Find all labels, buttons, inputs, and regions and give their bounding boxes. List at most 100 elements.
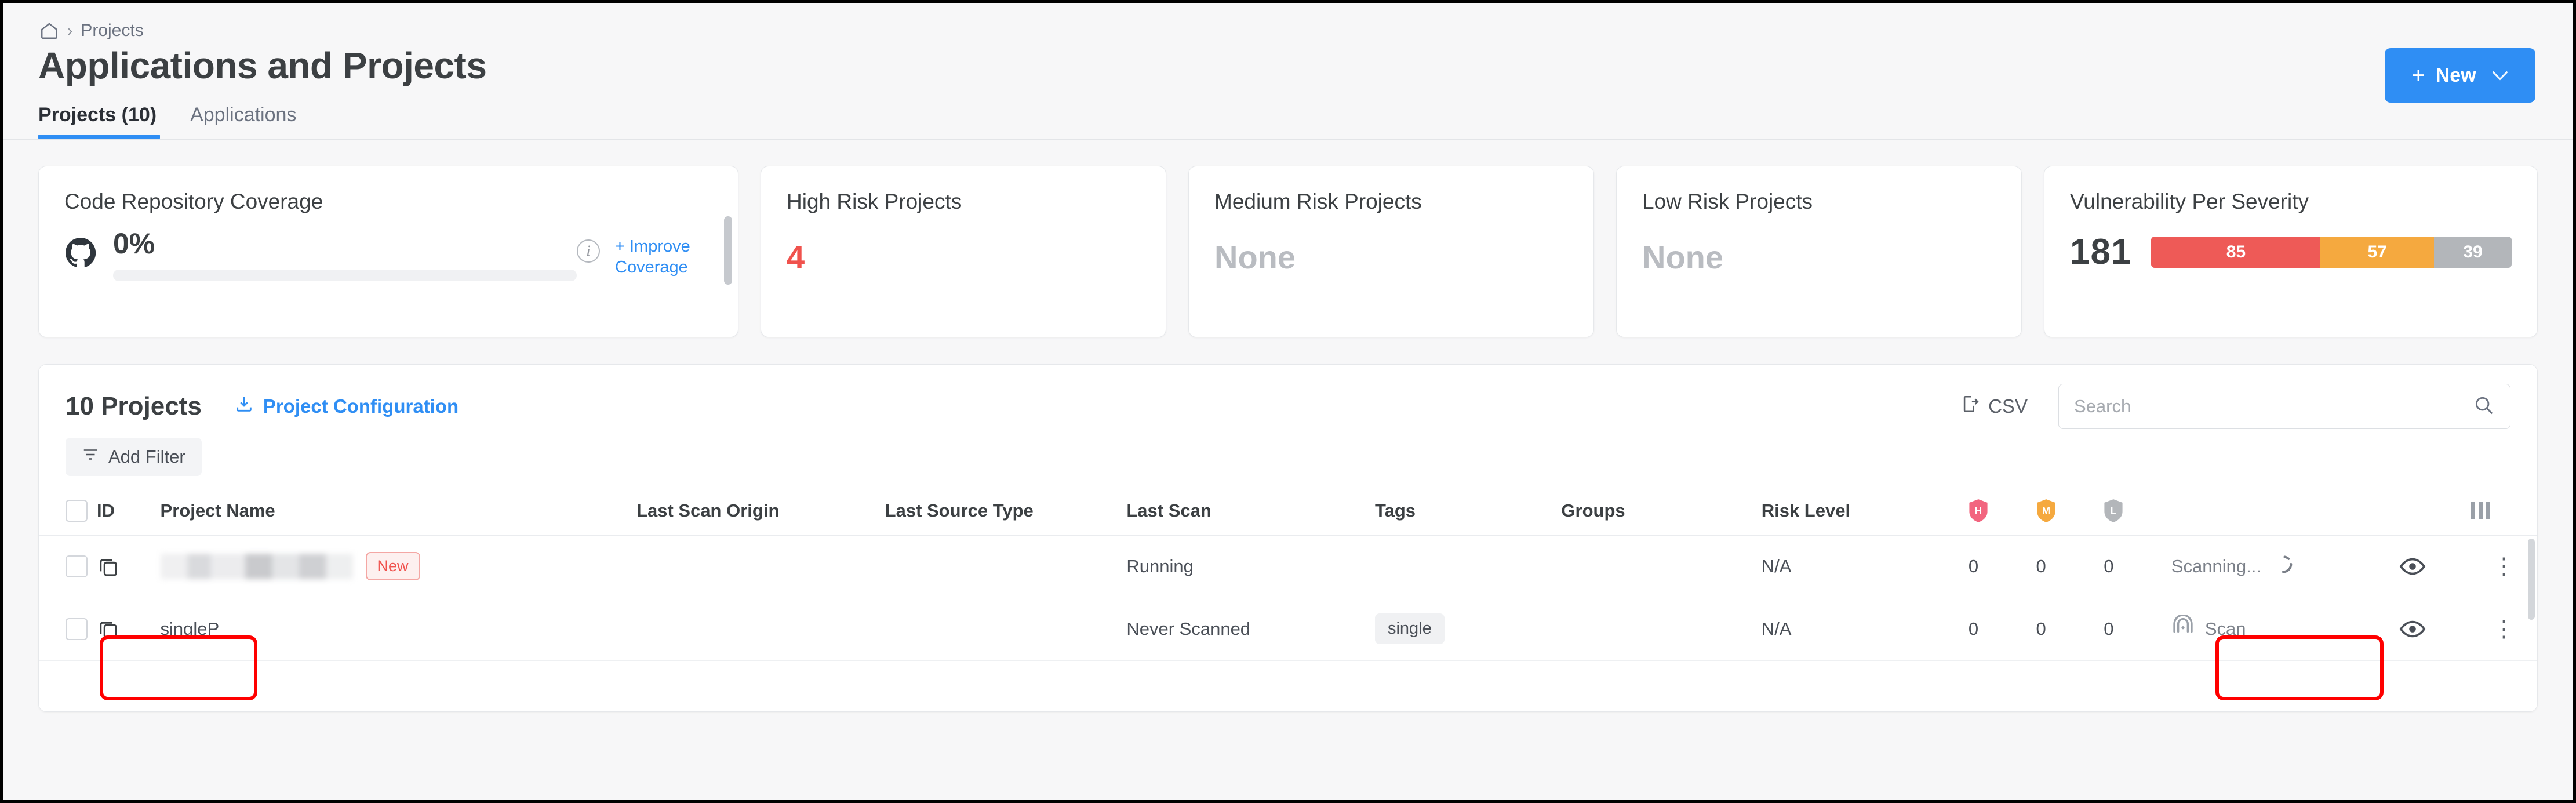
- status-badge: New: [365, 552, 420, 580]
- row-low-severity-cell: 0: [2104, 597, 2171, 661]
- row-visibility-cell[interactable]: [2399, 597, 2471, 661]
- row-last-source-type-cell: [885, 535, 1127, 597]
- severity-total: 181: [2070, 232, 2132, 272]
- column-header-columns[interactable]: [2471, 489, 2537, 536]
- search-input[interactable]: [2074, 396, 2473, 417]
- row-tags-cell: [1374, 535, 1562, 597]
- project-name-redacted: [160, 553, 353, 579]
- projects-panel: 10 Projects Project Configuration CSV Se…: [38, 364, 2538, 712]
- table-header-row: ID Project Name Last Scan Origin Last So…: [39, 489, 2537, 536]
- kpi-card-row: Code Repository Coverage 0% i + Improve …: [3, 140, 2573, 337]
- search-box[interactable]: [2058, 384, 2510, 429]
- card-title: Code Repository Coverage: [64, 190, 323, 213]
- row-last-scan-origin-cell: [636, 535, 885, 597]
- card-title: High Risk Projects: [787, 190, 962, 213]
- column-header-tags[interactable]: Tags: [1374, 489, 1562, 536]
- row-medium-severity-cell: 0: [2036, 597, 2104, 661]
- new-button[interactable]: + New: [2385, 48, 2535, 103]
- column-header-actions: [2171, 489, 2399, 536]
- row-groups-cell: [1561, 597, 1762, 661]
- medium-severity-shield-icon: M: [2036, 499, 2055, 522]
- eye-icon[interactable]: [2399, 553, 2471, 580]
- column-header-risk-level[interactable]: Risk Level: [1761, 489, 1969, 536]
- table-row[interactable]: singleP Never Scanned single N/A 0 0 0 Scan ⋮: [39, 597, 2537, 661]
- severity-segment-medium[interactable]: 57: [2320, 236, 2435, 268]
- breadcrumb-current[interactable]: Projects: [81, 21, 143, 41]
- row-menu-cell[interactable]: ⋮: [2471, 597, 2537, 661]
- improve-coverage-link[interactable]: + Improve Coverage: [615, 236, 712, 278]
- plus-icon: +: [2411, 63, 2425, 88]
- row-id-cell: [97, 597, 161, 661]
- panel-scrollbar[interactable]: [2528, 539, 2535, 620]
- github-icon: [64, 227, 97, 272]
- severity-segment-high[interactable]: 85: [2151, 236, 2321, 268]
- row-tags-cell: single: [1374, 597, 1562, 661]
- row-checkbox[interactable]: [66, 555, 88, 577]
- card-value: None: [1214, 239, 1296, 275]
- column-header-low-severity[interactable]: L: [2104, 489, 2171, 536]
- column-header-last-source-type[interactable]: Last Source Type: [885, 489, 1127, 536]
- export-csv-button[interactable]: CSV: [1960, 394, 2043, 419]
- row-project-name-cell[interactable]: singleP: [160, 597, 637, 661]
- row-select-cell: [39, 597, 97, 661]
- tab-projects[interactable]: Projects (10): [38, 104, 175, 139]
- column-header-last-scan-origin[interactable]: Last Scan Origin: [636, 489, 885, 536]
- row-high-severity-cell: 0: [1968, 535, 2036, 597]
- tab-applications[interactable]: Applications: [190, 104, 315, 139]
- breadcrumb: › Projects: [3, 3, 2573, 40]
- add-filter-label: Add Filter: [108, 446, 185, 467]
- info-icon[interactable]: i: [577, 239, 600, 263]
- kebab-menu-icon[interactable]: ⋮: [2471, 555, 2537, 578]
- project-configuration-button[interactable]: Project Configuration: [234, 394, 459, 419]
- add-filter-button[interactable]: Add Filter: [66, 438, 202, 476]
- column-header-groups[interactable]: Groups: [1561, 489, 1762, 536]
- app-window: › Projects Applications and Projects + N…: [3, 3, 2573, 800]
- copy-icon[interactable]: [97, 555, 161, 578]
- row-groups-cell: [1561, 535, 1762, 597]
- scan-action-button[interactable]: Scanning...: [2171, 553, 2295, 580]
- home-icon[interactable]: [39, 21, 59, 41]
- row-low-severity-cell: 0: [2104, 535, 2171, 597]
- row-menu-cell[interactable]: ⋮: [2471, 535, 2537, 597]
- svg-text:L: L: [2111, 506, 2116, 517]
- panel-toolbar-right: CSV: [1960, 384, 2510, 429]
- column-header-last-scan[interactable]: Last Scan: [1126, 489, 1375, 536]
- scan-action-button[interactable]: Scan: [2171, 613, 2246, 643]
- row-last-scan-origin-cell: [636, 597, 885, 661]
- select-all-checkbox[interactable]: [66, 500, 88, 522]
- row-checkbox[interactable]: [66, 617, 88, 640]
- card-code-repository-coverage: Code Repository Coverage 0% i + Improve …: [38, 166, 738, 337]
- action-label: Scan: [2204, 618, 2246, 639]
- row-visibility-cell[interactable]: [2399, 535, 2471, 597]
- low-severity-shield-icon: L: [2104, 499, 2123, 522]
- row-action-cell[interactable]: Scanning...: [2171, 535, 2399, 597]
- row-id-cell: [97, 535, 161, 597]
- svg-text:M: M: [2042, 506, 2050, 517]
- column-header-medium-severity[interactable]: M: [2036, 489, 2104, 536]
- eye-icon[interactable]: [2399, 616, 2471, 642]
- copy-icon[interactable]: [97, 617, 161, 641]
- row-project-name-cell[interactable]: New: [160, 535, 637, 597]
- card-scrollbar[interactable]: [724, 216, 732, 285]
- chevron-down-icon: [2491, 67, 2509, 85]
- columns-icon[interactable]: [2471, 502, 2537, 519]
- page-title: Applications and Projects: [38, 45, 487, 86]
- tag-chip[interactable]: single: [1374, 613, 1445, 644]
- row-risk-level-cell: N/A: [1761, 597, 1969, 661]
- column-header-project-name[interactable]: Project Name: [160, 489, 637, 536]
- select-all-header: [39, 489, 97, 536]
- row-action-cell[interactable]: Scan: [2171, 597, 2399, 661]
- card-title: Vulnerability Per Severity: [2070, 190, 2309, 213]
- card-title: Medium Risk Projects: [1214, 190, 1422, 213]
- search-icon[interactable]: [2473, 394, 2495, 419]
- projects-table: ID Project Name Last Scan Origin Last So…: [39, 489, 2537, 661]
- row-high-severity-cell: 0: [1968, 597, 2036, 661]
- column-header-id[interactable]: ID: [97, 489, 161, 536]
- column-header-high-severity[interactable]: H: [1968, 489, 2036, 536]
- table-row[interactable]: New Running N/A 0 0 0 Scanning... ⋮: [39, 535, 2537, 597]
- panel-toolbar: 10 Projects Project Configuration CSV Se…: [39, 365, 2537, 429]
- kebab-menu-icon[interactable]: ⋮: [2471, 617, 2537, 641]
- column-header-visibility: [2399, 489, 2471, 536]
- severity-bar-chart: 85 57 39: [2151, 236, 2512, 268]
- severity-segment-low[interactable]: 39: [2434, 236, 2512, 268]
